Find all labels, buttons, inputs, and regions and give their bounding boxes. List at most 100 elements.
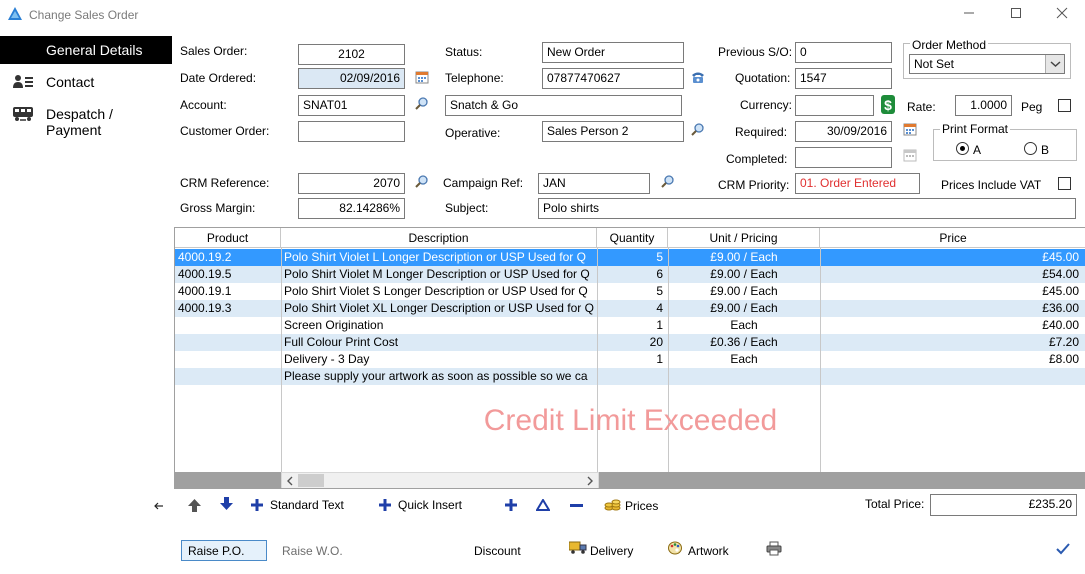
table-row[interactable]: Delivery - 3 Day 1 Each £8.00 bbox=[175, 351, 1085, 368]
completed-calendar-icon[interactable] bbox=[903, 148, 917, 162]
add-standard-text-icon[interactable] bbox=[251, 499, 263, 511]
table-row[interactable]: Full Colour Print Cost 20 £0.36 / Each £7.2… bbox=[175, 334, 1085, 351]
cell-quantity: 5 bbox=[656, 284, 663, 298]
account-search-icon[interactable] bbox=[415, 96, 429, 110]
back-arrow-icon[interactable] bbox=[153, 500, 165, 512]
currency-label: Currency: bbox=[740, 98, 793, 112]
peg-checkbox[interactable] bbox=[1058, 99, 1071, 112]
table-row[interactable]: 4000.19.1 Polo Shirt Violet S Longer Desc… bbox=[175, 283, 1085, 300]
minimize-button[interactable] bbox=[958, 4, 980, 24]
subject-field[interactable]: Polo shirts bbox=[538, 198, 1076, 219]
discount-button[interactable]: Discount bbox=[474, 544, 521, 558]
close-button[interactable] bbox=[1051, 4, 1073, 24]
crm-reference-field[interactable]: 2070 bbox=[298, 173, 405, 194]
campaign-ref-field[interactable]: JAN bbox=[538, 173, 650, 194]
crm-search-icon[interactable] bbox=[415, 174, 429, 188]
account-field[interactable]: SNAT01 bbox=[298, 95, 405, 116]
maximize-button[interactable] bbox=[1005, 4, 1027, 24]
col-quantity[interactable]: Quantity bbox=[597, 228, 668, 248]
cell-product bbox=[178, 368, 280, 385]
table-row[interactable]: 4000.19.2 Polo Shirt Violet L Longer Desc… bbox=[175, 249, 1085, 266]
col-unit-pricing[interactable]: Unit / Pricing bbox=[668, 228, 820, 248]
cell-quantity: 5 bbox=[656, 250, 663, 264]
calendar-icon[interactable] bbox=[415, 70, 429, 84]
quick-insert-button[interactable]: Quick Insert bbox=[398, 498, 462, 512]
artwork-button[interactable]: Artwork bbox=[688, 544, 729, 558]
cell-unit: Each bbox=[730, 352, 758, 366]
nav-general-details[interactable]: General Details bbox=[0, 36, 172, 64]
scroll-left-icon[interactable] bbox=[285, 476, 295, 486]
raise-po-button[interactable]: Raise P.O. bbox=[181, 540, 267, 561]
delivery-truck-icon[interactable] bbox=[569, 541, 587, 554]
nav-despatch-payment[interactable]: Despatch / Payment bbox=[0, 100, 172, 138]
confirm-checkmark-icon[interactable] bbox=[1056, 543, 1070, 555]
order-method-label: Order Method bbox=[910, 38, 989, 52]
cell-quantity bbox=[597, 368, 663, 385]
date-ordered-field[interactable]: 02/09/2016 bbox=[298, 68, 405, 89]
add-line-icon[interactable] bbox=[505, 499, 517, 511]
operative-search-icon[interactable] bbox=[691, 122, 705, 136]
prices-coins-icon[interactable] bbox=[604, 497, 621, 512]
scroll-thumb[interactable] bbox=[298, 474, 324, 487]
rate-field[interactable]: 1.0000 bbox=[955, 95, 1012, 116]
prices-button[interactable]: Prices bbox=[625, 499, 658, 513]
title-bar: Change Sales Order bbox=[0, 0, 1085, 30]
crm-priority-label: CRM Priority: bbox=[718, 178, 790, 192]
table-row[interactable]: Screen Origination 1 Each £40.00 bbox=[175, 317, 1085, 334]
artwork-palette-icon[interactable] bbox=[668, 541, 682, 555]
campaign-search-icon[interactable] bbox=[661, 174, 675, 188]
account-name-field[interactable]: Snatch & Go bbox=[445, 95, 682, 116]
add-quick-insert-icon[interactable] bbox=[379, 499, 391, 511]
cell-product: 4000.19.1 bbox=[178, 284, 232, 298]
quotation-field[interactable]: 1547 bbox=[795, 68, 892, 89]
cell-quantity: 6 bbox=[656, 267, 663, 281]
status-field[interactable]: New Order bbox=[542, 42, 684, 63]
completed-field[interactable] bbox=[795, 147, 892, 168]
telephone-field[interactable]: 07877470627 bbox=[542, 68, 684, 89]
customer-order-field[interactable] bbox=[298, 121, 405, 142]
order-method-select[interactable]: Not Set bbox=[909, 54, 1065, 74]
table-row[interactable]: 4000.19.5 Polo Shirt Violet M Longer Desc… bbox=[175, 266, 1085, 283]
sales-order-field[interactable]: 2102 bbox=[298, 44, 405, 65]
table-row[interactable]: Please supply your artwork as soon as po… bbox=[175, 368, 1085, 385]
minimize-icon bbox=[964, 12, 974, 14]
currency-field[interactable] bbox=[795, 95, 874, 116]
cell-unit: £9.00 / Each bbox=[710, 267, 778, 281]
delivery-button[interactable]: Delivery bbox=[590, 544, 633, 558]
print-icon[interactable] bbox=[766, 541, 782, 556]
date-ordered-label: Date Ordered: bbox=[180, 71, 257, 85]
table-row[interactable]: 4000.19.3 Polo Shirt Violet XL Longer Des… bbox=[175, 300, 1085, 317]
required-field[interactable]: 30/09/2016 bbox=[795, 121, 892, 142]
telephone-icon[interactable] bbox=[690, 70, 706, 84]
col-product[interactable]: Product bbox=[175, 228, 281, 248]
remove-line-icon[interactable] bbox=[570, 503, 583, 509]
order-method-dropdown[interactable] bbox=[1045, 55, 1064, 73]
move-up-icon[interactable] bbox=[187, 498, 202, 513]
cell-description: Polo Shirt Violet L Longer Description o… bbox=[284, 250, 586, 264]
crm-priority-field[interactable]: 01. Order Entered bbox=[795, 173, 920, 194]
credit-limit-watermark: Credit Limit Exceeded bbox=[483, 404, 778, 437]
edit-line-icon[interactable] bbox=[536, 499, 550, 511]
subject-label: Subject: bbox=[445, 201, 489, 215]
nav-contact[interactable]: Contact bbox=[0, 68, 172, 96]
standard-text-button[interactable]: Standard Text bbox=[270, 498, 344, 512]
print-format-b-radio[interactable] bbox=[1024, 142, 1037, 155]
cell-description: Screen Origination bbox=[284, 318, 384, 332]
prices-include-vat-checkbox[interactable] bbox=[1058, 177, 1071, 190]
quotation-label: Quotation: bbox=[735, 71, 791, 85]
print-format-a-radio[interactable] bbox=[956, 142, 969, 155]
required-label: Required: bbox=[735, 125, 788, 139]
previous-so-field[interactable]: 0 bbox=[795, 42, 892, 63]
operative-field[interactable]: Sales Person 2 bbox=[542, 121, 684, 142]
col-description[interactable]: Description bbox=[281, 228, 597, 248]
currency-dollar-icon[interactable]: $ bbox=[881, 95, 895, 114]
move-down-icon[interactable] bbox=[219, 496, 234, 511]
gross-margin-field[interactable]: 82.14286% bbox=[298, 198, 405, 219]
description-hscrollbar[interactable] bbox=[281, 472, 599, 488]
col-separator bbox=[281, 248, 282, 474]
order-lines-grid[interactable]: Product Description Quantity Unit / Pric… bbox=[174, 227, 1085, 489]
scroll-right-icon[interactable] bbox=[585, 476, 595, 486]
raise-wo-button[interactable]: Raise W.O. bbox=[282, 544, 343, 558]
required-calendar-icon[interactable] bbox=[903, 122, 917, 136]
col-price[interactable]: Price bbox=[820, 228, 1085, 248]
